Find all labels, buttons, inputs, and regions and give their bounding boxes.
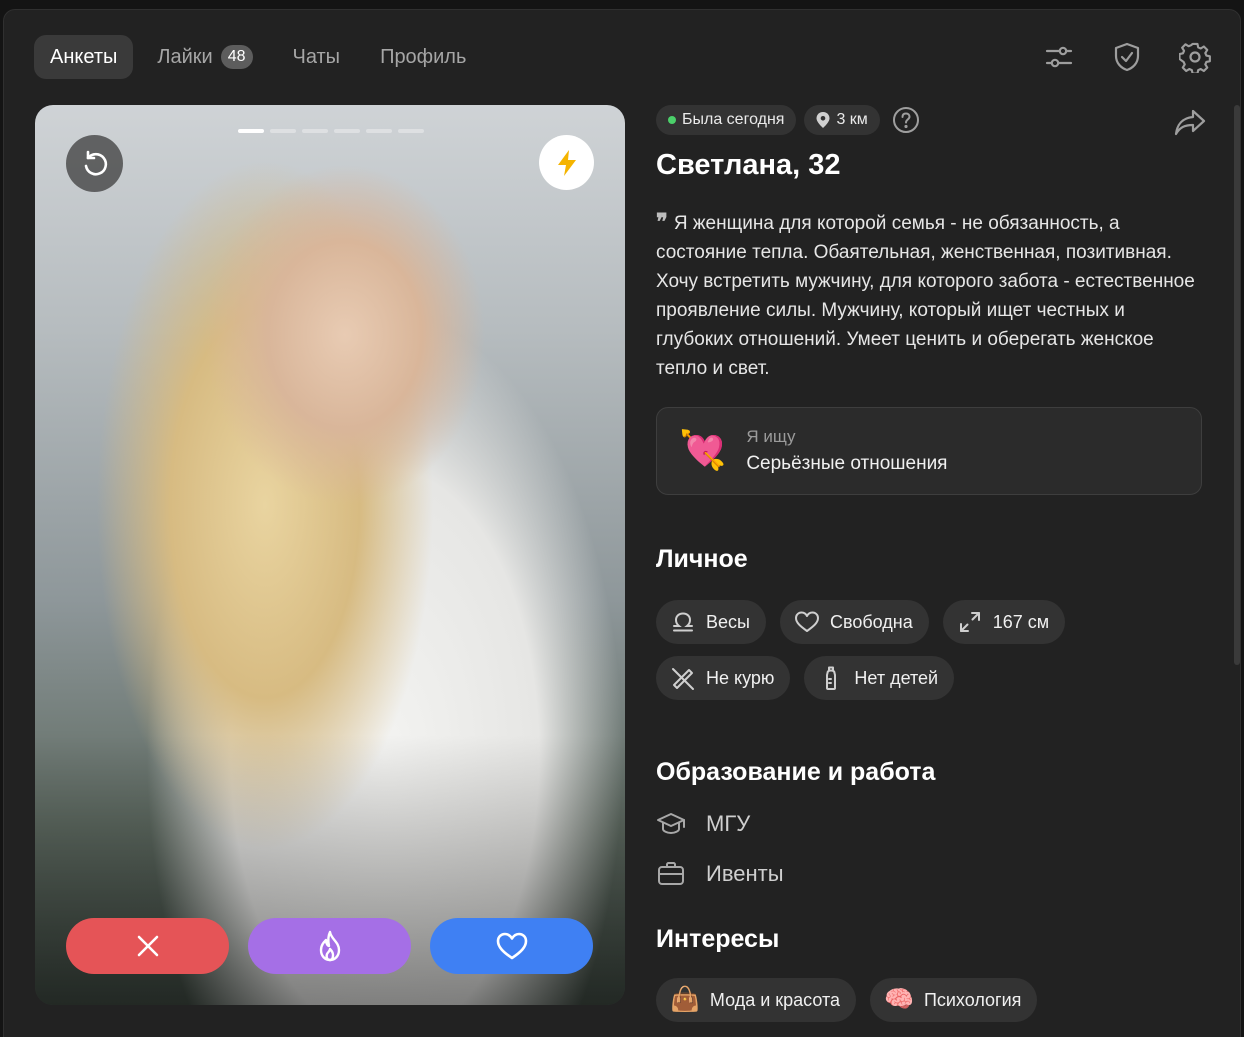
- location-pin-icon: [816, 112, 830, 128]
- photo-page-dot[interactable]: [398, 129, 424, 133]
- pill-height-label: 167 см: [992, 611, 1050, 632]
- distance-chip: 3 км: [804, 105, 880, 135]
- pill-zodiac-label: Весы: [706, 611, 750, 632]
- education-item-work: Ивенты: [656, 859, 1204, 889]
- scrollbar[interactable]: [1234, 105, 1240, 665]
- share-button[interactable]: [1170, 105, 1210, 141]
- top-nav: Анкеты Лайки 48 Чаты Профиль: [34, 35, 482, 79]
- tab-profiles-label: Анкеты: [50, 45, 118, 68]
- tab-profiles[interactable]: Анкеты: [34, 35, 134, 79]
- briefcase-icon: [658, 862, 684, 885]
- profile-photo[interactable]: [35, 105, 625, 1005]
- distance-text: 3 км: [836, 111, 868, 128]
- quote-icon: ❞: [656, 209, 668, 235]
- looking-for-label: Я ищу: [746, 427, 796, 446]
- share-arrow-icon: [1174, 109, 1206, 136]
- help-button[interactable]: [892, 106, 920, 134]
- heart-outline-icon: [794, 611, 819, 632]
- pill-children[interactable]: Нет детей: [804, 656, 955, 700]
- filters-icon[interactable]: [1040, 38, 1078, 76]
- app-window: Анкеты Лайки 48 Чаты Профиль Была сегодн…: [3, 9, 1241, 1037]
- handbag-icon: 👜: [670, 986, 700, 1013]
- undo-button[interactable]: [66, 135, 123, 192]
- pill-zodiac[interactable]: Весы: [656, 600, 766, 644]
- question-icon: [892, 107, 919, 133]
- tab-likes[interactable]: Лайки 48: [141, 35, 268, 79]
- top-icon-bar: [1040, 38, 1214, 76]
- education-list: МГУ Ивенты: [656, 809, 1204, 889]
- boost-button[interactable]: [539, 135, 594, 190]
- photo-page-dot[interactable]: [270, 129, 296, 133]
- status-row: Была сегодня 3 км: [656, 105, 1204, 135]
- online-status-chip: Была сегодня: [656, 105, 797, 135]
- pill-relationship-label: Свободна: [829, 611, 913, 632]
- interest-pills: 👜 Мода и красота 🧠 Психология: [656, 978, 1156, 1022]
- brain-icon: 🧠: [884, 986, 914, 1013]
- bio-text: Я женщина для которой семья - не обязанн…: [656, 213, 1195, 379]
- dislike-button[interactable]: [66, 918, 229, 974]
- pill-smoking-label: Не курю: [706, 667, 775, 688]
- swipe-actions: [66, 918, 593, 974]
- likes-count-badge: 48: [220, 45, 253, 69]
- flame-icon: [319, 930, 340, 962]
- pill-interest-fashion[interactable]: 👜 Мода и красота: [656, 978, 857, 1022]
- online-dot-icon: [668, 116, 676, 124]
- height-arrows-icon: [959, 612, 980, 632]
- photo-page-dot[interactable]: [302, 129, 328, 133]
- pill-interest-fashion-label: Мода и красота: [709, 989, 841, 1010]
- looking-for-value: Серьёзные отношения: [746, 453, 948, 474]
- undo-icon: [84, 150, 107, 175]
- lightning-icon: [557, 149, 576, 176]
- education-university-label: МГУ: [706, 811, 751, 836]
- online-status-text: Была сегодня: [682, 111, 785, 128]
- superlike-button[interactable]: [248, 918, 411, 974]
- tab-profile[interactable]: Профиль: [364, 35, 482, 79]
- looking-for-card: 💘 Я ищу Серьёзные отношения: [656, 407, 1202, 495]
- education-item-university: МГУ: [656, 809, 1204, 839]
- pill-interest-psychology[interactable]: 🧠 Психология: [870, 978, 1038, 1022]
- tab-likes-label: Лайки: [157, 45, 213, 68]
- pill-children-label: Нет детей: [854, 667, 939, 688]
- profile-bio: ❞ Я женщина для которой семья - не обязан…: [656, 208, 1204, 383]
- graduation-cap-icon: [657, 813, 685, 834]
- looking-for-text: Я ищу Серьёзные отношения: [746, 427, 947, 475]
- close-icon: [137, 935, 158, 957]
- photo-page-dot[interactable]: [334, 129, 360, 133]
- photo-shade: [35, 105, 625, 1005]
- libra-icon: [673, 612, 693, 632]
- tab-chats-label: Чаты: [292, 45, 341, 68]
- tab-profile-label: Профиль: [380, 45, 467, 68]
- pill-interest-psychology-label: Психология: [923, 989, 1022, 1010]
- tab-chats[interactable]: Чаты: [277, 35, 357, 79]
- profile-name: Светлана, 32: [656, 149, 841, 181]
- photo-pagination: [238, 129, 424, 133]
- heart-icon: [496, 932, 527, 960]
- section-title-education: Образование и работа: [656, 758, 936, 786]
- no-smoking-icon: [672, 668, 694, 690]
- personal-pills: Весы Свободна 167 см Не курю Нет детей: [656, 600, 1156, 700]
- baby-bottle-icon: [826, 666, 837, 690]
- gear-icon[interactable]: [1176, 38, 1214, 76]
- pill-relationship[interactable]: Свободна: [779, 600, 929, 644]
- section-title-personal: Личное: [656, 545, 748, 573]
- pill-height[interactable]: 167 см: [942, 600, 1066, 644]
- shield-icon[interactable]: [1108, 38, 1146, 76]
- profile-info: Была сегодня 3 км Светлана, 32 ❞ Я женщи…: [656, 105, 1206, 1022]
- like-button[interactable]: [430, 918, 593, 974]
- section-title-interests: Интересы: [656, 925, 780, 953]
- photo-page-dot[interactable]: [366, 129, 392, 133]
- heart-arrow-icon: 💘: [679, 430, 727, 472]
- pill-smoking[interactable]: Не курю: [656, 656, 791, 700]
- education-work-label: Ивенты: [706, 861, 784, 886]
- photo-page-dot[interactable]: [238, 129, 264, 133]
